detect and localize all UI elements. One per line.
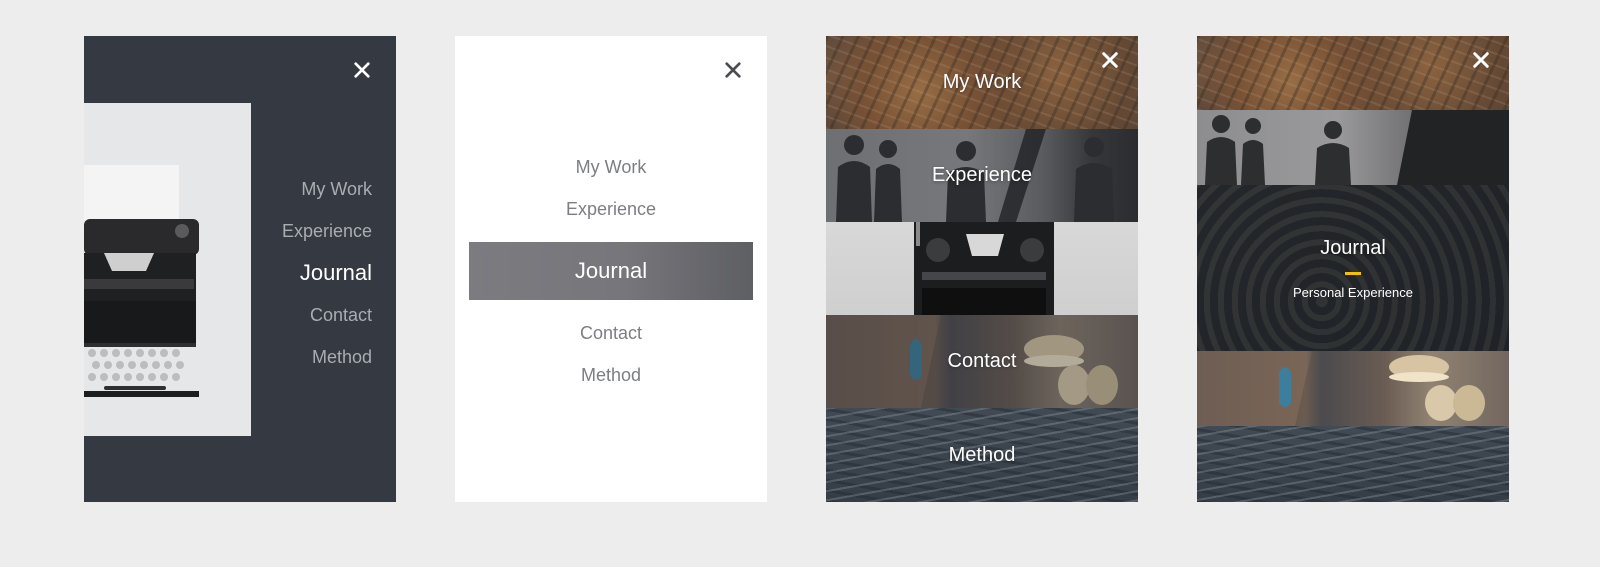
nav-item-method[interactable]: Method <box>826 408 1138 502</box>
nav-item-typewriter[interactable] <box>826 222 1138 315</box>
nav-item-sea[interactable] <box>1197 426 1509 502</box>
nav-item-label: Contact <box>948 350 1017 373</box>
typewriter-photo <box>84 103 251 436</box>
nav-item-journal[interactable]: Journal <box>282 252 372 294</box>
close-icon <box>353 61 371 79</box>
macarons-illustration <box>1197 351 1509 426</box>
nav-item-journal[interactable]: Journal <box>469 242 753 300</box>
close-button[interactable] <box>1096 46 1124 74</box>
nav-item-contact[interactable]: Contact <box>455 312 767 354</box>
close-button[interactable] <box>719 56 747 84</box>
nav-item-contact[interactable]: Contact <box>826 315 1138 408</box>
nav-item-label: My Work <box>943 71 1022 94</box>
menu-panel-expanded: Journal Personal Experience <box>1197 36 1509 502</box>
nav-item-contact[interactable]: Contact <box>282 294 372 336</box>
nav-menu: My Work Experience Journal Contact Metho… <box>455 146 767 396</box>
menu-panel-dark: My Work Experience Journal Contact Metho… <box>84 36 396 502</box>
nav-item-label: Method <box>949 444 1016 467</box>
nav-item-method[interactable]: Method <box>455 354 767 396</box>
nav-item-experience[interactable]: Experience <box>282 210 372 252</box>
nav-item-boat[interactable] <box>1197 36 1509 110</box>
nav-menu: My Work Experience Journal Contact Metho… <box>282 168 372 378</box>
nav-item-my-work[interactable]: My Work <box>826 36 1138 129</box>
close-button[interactable] <box>348 56 376 84</box>
nav-item-label: Experience <box>932 164 1032 187</box>
people-silhouettes <box>1197 110 1509 185</box>
nav-item-experience[interactable]: Experience <box>455 188 767 230</box>
close-icon <box>1101 51 1119 69</box>
nav-item-my-work[interactable]: My Work <box>455 146 767 188</box>
nav-item-people[interactable] <box>1197 110 1509 185</box>
close-icon <box>724 61 742 79</box>
close-icon <box>1472 51 1490 69</box>
nav-item-label: Journal <box>1320 237 1386 260</box>
typewriter-illustration <box>826 222 1138 315</box>
nav-item-coffee[interactable] <box>1197 351 1509 426</box>
menu-panel-light: My Work Experience Journal Contact Metho… <box>455 36 767 502</box>
active-indicator <box>1345 272 1361 275</box>
nav-item-my-work[interactable]: My Work <box>282 168 372 210</box>
nav-item-journal[interactable]: Journal Personal Experience <box>1197 185 1509 351</box>
nav-item-method[interactable]: Method <box>282 336 372 378</box>
menu-panel-image-strips: My Work Experience <box>826 36 1138 502</box>
nav-item-sublabel: Personal Experience <box>1293 285 1413 300</box>
nav-item-experience[interactable]: Experience <box>826 129 1138 222</box>
typewriter-image <box>84 103 251 436</box>
close-button[interactable] <box>1467 46 1495 74</box>
